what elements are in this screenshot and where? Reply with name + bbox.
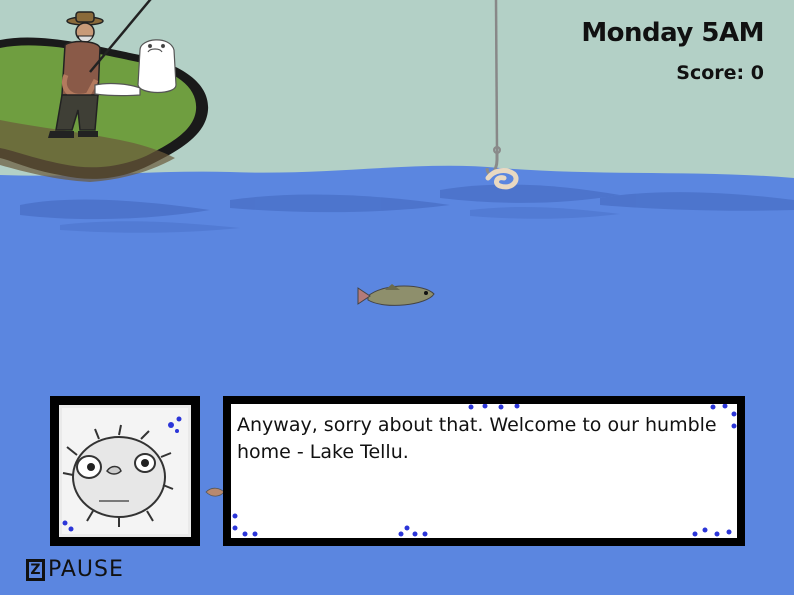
speaker-portrait-frame (50, 396, 200, 546)
score-display: Score: 0 (676, 62, 764, 84)
fishing-line (494, 0, 499, 151)
speaker-portrait (59, 405, 191, 537)
dialog-panel: Anyway, sorry about that. Welcome to our… (231, 404, 737, 538)
dialog-box[interactable]: Anyway, sorry about that. Welcome to our… (223, 396, 745, 546)
dialog-text: Anyway, sorry about that. Welcome to our… (237, 414, 717, 463)
z-key-icon: Z (26, 558, 45, 581)
day-time-display: Monday 5AM (581, 18, 764, 48)
pause-label: PAUSE (48, 557, 124, 582)
pufferfish-icon (59, 405, 191, 537)
pause-button[interactable]: Z PAUSE (26, 557, 124, 582)
